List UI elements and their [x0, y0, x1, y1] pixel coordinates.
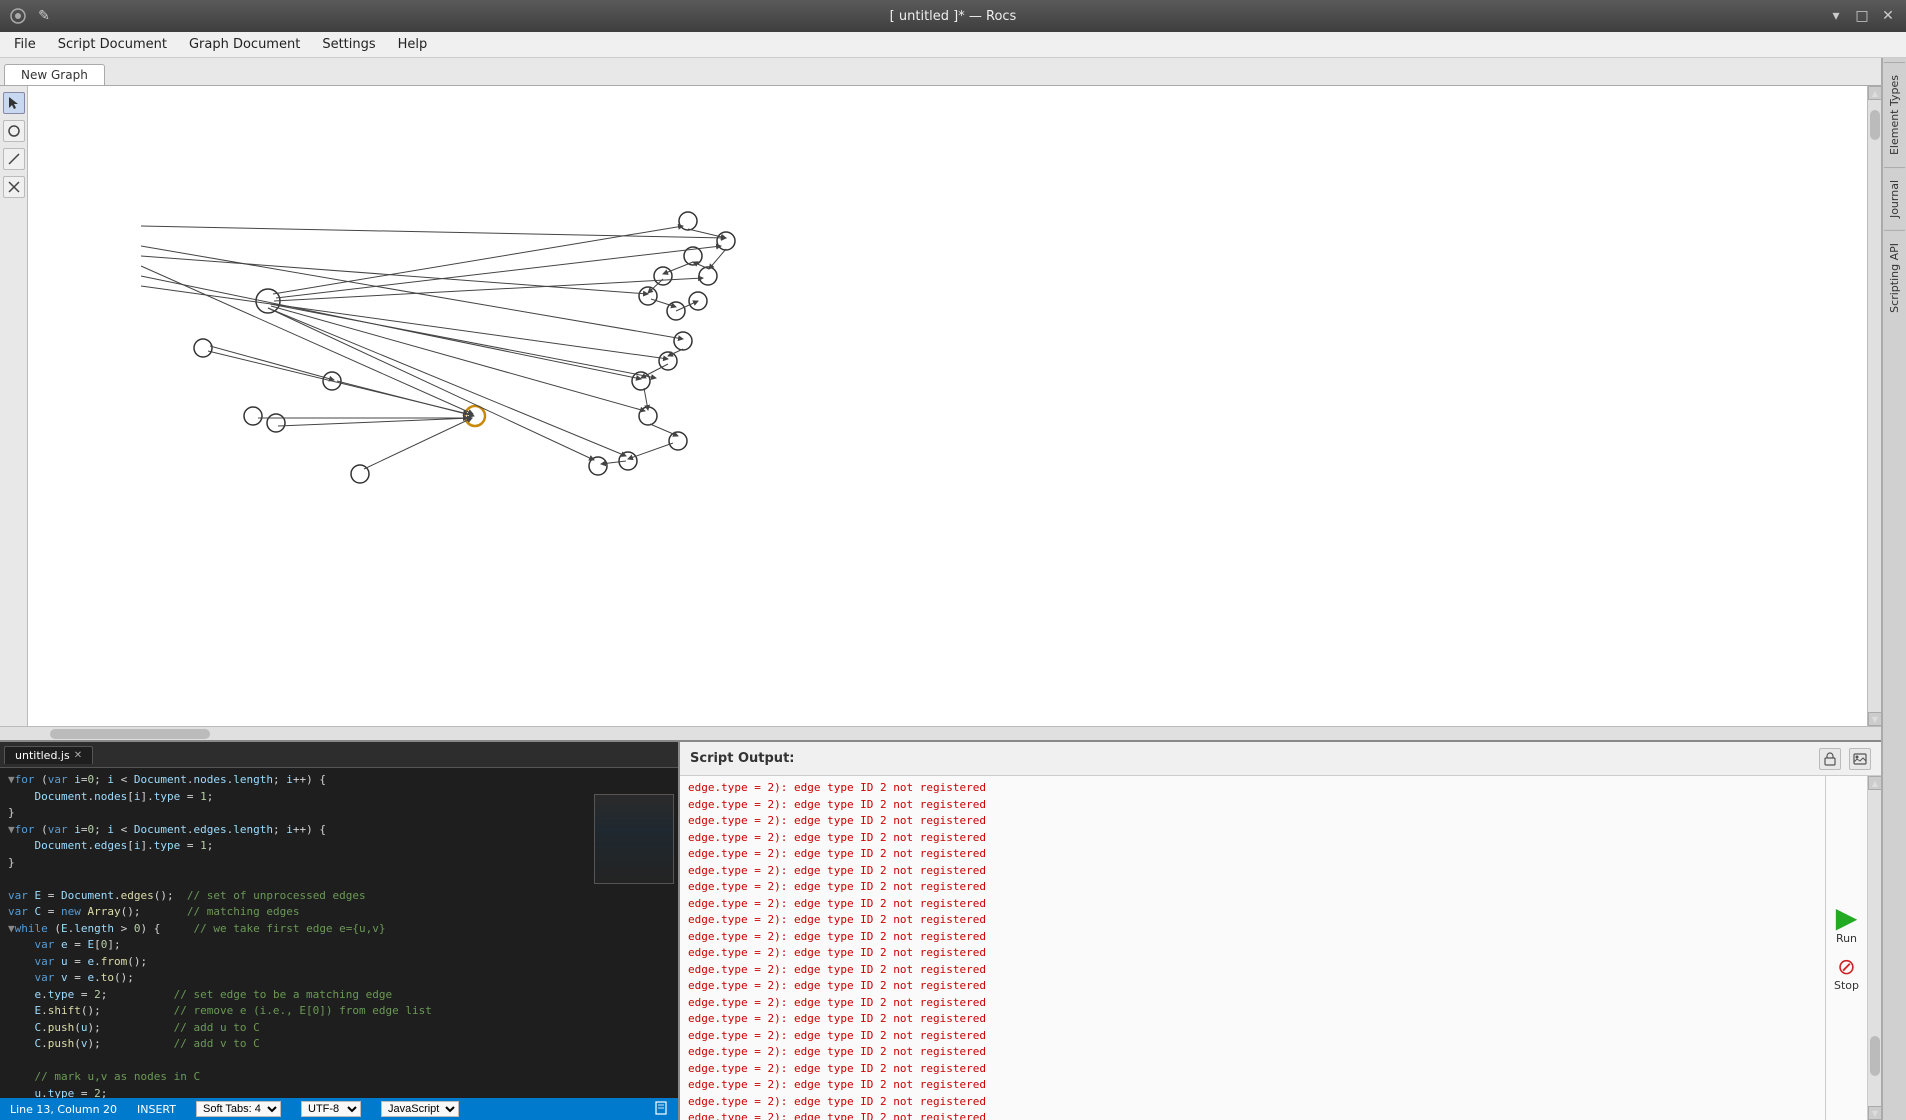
graph-horizontal-scrollbar[interactable] [0, 726, 1881, 740]
output-header-label: Script Output: [690, 751, 794, 766]
editor-tab-close[interactable]: ✕ [74, 750, 82, 761]
output-line-4: edge.type = 2): edge type ID 2 not regis… [688, 846, 1817, 863]
output-line-11: edge.type = 2): edge type ID 2 not regis… [688, 962, 1817, 979]
output-line-14: edge.type = 2): edge type ID 2 not regis… [688, 1011, 1817, 1028]
output-line-13: edge.type = 2): edge type ID 2 not regis… [688, 995, 1817, 1012]
editor-statusbar: Line 13, Column 20 INSERT Soft Tabs: 4 S… [0, 1098, 678, 1120]
main-layout: New Graph [0, 58, 1906, 1120]
graph-toolbar [0, 86, 28, 726]
select-tool-button[interactable] [3, 92, 25, 114]
output-line-6: edge.type = 2): edge type ID 2 not regis… [688, 879, 1817, 896]
output-scroll-down[interactable]: ▼ [1868, 1106, 1881, 1120]
delete-tool-button[interactable] [3, 176, 25, 198]
output-line-2: edge.type = 2): edge type ID 2 not regis… [688, 813, 1817, 830]
menu-help[interactable]: Help [388, 35, 438, 54]
close-button[interactable]: ✕ [1878, 6, 1898, 26]
app-icon [8, 6, 28, 26]
scroll-up-button[interactable]: ▲ [1868, 86, 1881, 100]
right-tab-element-types[interactable]: Element Types [1884, 62, 1905, 167]
right-tab-journal[interactable]: Journal [1884, 167, 1905, 230]
titlebar: ✎ [ untitled ]* — Rocs ▾ □ ✕ [0, 0, 1906, 32]
stop-label: Stop [1834, 979, 1859, 992]
run-button[interactable]: ▶ Run [1836, 904, 1858, 945]
maximize-button[interactable]: □ [1852, 6, 1872, 26]
status-encoding: UTF-8 Latin-1 [301, 1101, 361, 1117]
window-title: [ untitled ]* — Rocs [0, 9, 1906, 24]
minimap-image [595, 795, 673, 883]
output-line-12: edge.type = 2): edge type ID 2 not regis… [688, 978, 1817, 995]
menubar: File Script Document Graph Document Sett… [0, 32, 1906, 58]
output-header: Script Output: [680, 742, 1881, 776]
circle-tool-button[interactable] [3, 120, 25, 142]
output-line-0: edge.type = 2): edge type ID 2 not regis… [688, 780, 1817, 797]
output-scrollbar[interactable]: ▲ ▼ [1867, 776, 1881, 1120]
menu-script-document[interactable]: Script Document [48, 35, 177, 54]
graph-visualization[interactable] [28, 86, 1881, 726]
output-line-15: edge.type = 2): edge type ID 2 not regis… [688, 1028, 1817, 1045]
output-scroll-up[interactable]: ▲ [1868, 776, 1881, 790]
lang-select[interactable]: JavaScript Python [381, 1101, 459, 1117]
output-line-20: edge.type = 2): edge type ID 2 not regis… [688, 1110, 1817, 1120]
edge-tool-button[interactable] [3, 148, 25, 170]
editor-tab-bar: untitled.js ✕ [0, 742, 678, 768]
output-lock-button[interactable] [1819, 748, 1841, 770]
minimize-button[interactable]: ▾ [1826, 6, 1846, 26]
output-line-16: edge.type = 2): edge type ID 2 not regis… [688, 1044, 1817, 1061]
status-mode: INSERT [137, 1103, 176, 1116]
output-image-button[interactable] [1849, 748, 1871, 770]
graph-canvas[interactable]: ▲ ▼ [0, 86, 1881, 726]
graph-vertical-scrollbar[interactable]: ▲ ▼ [1867, 86, 1881, 726]
editor-tab-untitled[interactable]: untitled.js ✕ [4, 746, 93, 764]
status-tabs: Soft Tabs: 4 Soft Tabs: 2 Hard Tabs [196, 1101, 281, 1117]
right-tab-scripting-api[interactable]: Scripting API [1884, 230, 1905, 325]
output-line-19: edge.type = 2): edge type ID 2 not regis… [688, 1094, 1817, 1111]
graph-tabs: New Graph [0, 58, 1881, 86]
output-line-7: edge.type = 2): edge type ID 2 not regis… [688, 896, 1817, 913]
output-line-10: edge.type = 2): edge type ID 2 not regis… [688, 945, 1817, 962]
left-panel: New Graph [0, 58, 1882, 1120]
output-line-3: edge.type = 2): edge type ID 2 not regis… [688, 830, 1817, 847]
output-header-right [1819, 748, 1871, 770]
output-line-5: edge.type = 2): edge type ID 2 not regis… [688, 863, 1817, 880]
window-controls: ▾ □ ✕ [1826, 6, 1898, 26]
scroll-down-button[interactable]: ▼ [1868, 712, 1881, 726]
code-content[interactable]: ▼for (var i=0; i < Document.nodes.length… [0, 768, 678, 1098]
bottom-panel: untitled.js ✕ ▼for (var i=0; i < Documen… [0, 740, 1881, 1120]
code-editor: untitled.js ✕ ▼for (var i=0; i < Documen… [0, 742, 680, 1120]
hscroll-thumb[interactable] [50, 729, 210, 739]
edit-icon: ✎ [34, 6, 54, 26]
output-line-9: edge.type = 2): edge type ID 2 not regis… [688, 929, 1817, 946]
titlebar-left-icons: ✎ [8, 6, 54, 26]
stop-button[interactable]: ⊘ Stop [1834, 957, 1859, 992]
editor-tab-label: untitled.js [15, 749, 70, 762]
output-line-17: edge.type = 2): edge type ID 2 not regis… [688, 1061, 1817, 1078]
status-file-icon [654, 1101, 668, 1118]
minimap [594, 794, 674, 884]
graph-tab-new[interactable]: New Graph [4, 64, 105, 85]
output-line-1: edge.type = 2): edge type ID 2 not regis… [688, 797, 1817, 814]
menu-file[interactable]: File [4, 35, 46, 54]
run-label: Run [1836, 932, 1857, 945]
status-lang: JavaScript Python [381, 1101, 459, 1117]
output-line-8: edge.type = 2): edge type ID 2 not regis… [688, 912, 1817, 929]
menu-settings[interactable]: Settings [312, 35, 385, 54]
run-stop-area: ▶ Run ⊘ Stop [1825, 776, 1867, 1120]
output-content: edge.type = 2): edge type ID 2 not regis… [680, 776, 1825, 1120]
output-line-18: edge.type = 2): edge type ID 2 not regis… [688, 1077, 1817, 1094]
script-output-panel: Script Output: edge.type = 2): edge type… [680, 742, 1881, 1120]
tabs-select[interactable]: Soft Tabs: 4 Soft Tabs: 2 Hard Tabs [196, 1101, 281, 1117]
menu-graph-document[interactable]: Graph Document [179, 35, 310, 54]
status-position: Line 13, Column 20 [10, 1103, 117, 1116]
encoding-select[interactable]: UTF-8 Latin-1 [301, 1101, 361, 1117]
right-tabs-panel: Element Types Journal Scripting API [1882, 58, 1906, 1120]
